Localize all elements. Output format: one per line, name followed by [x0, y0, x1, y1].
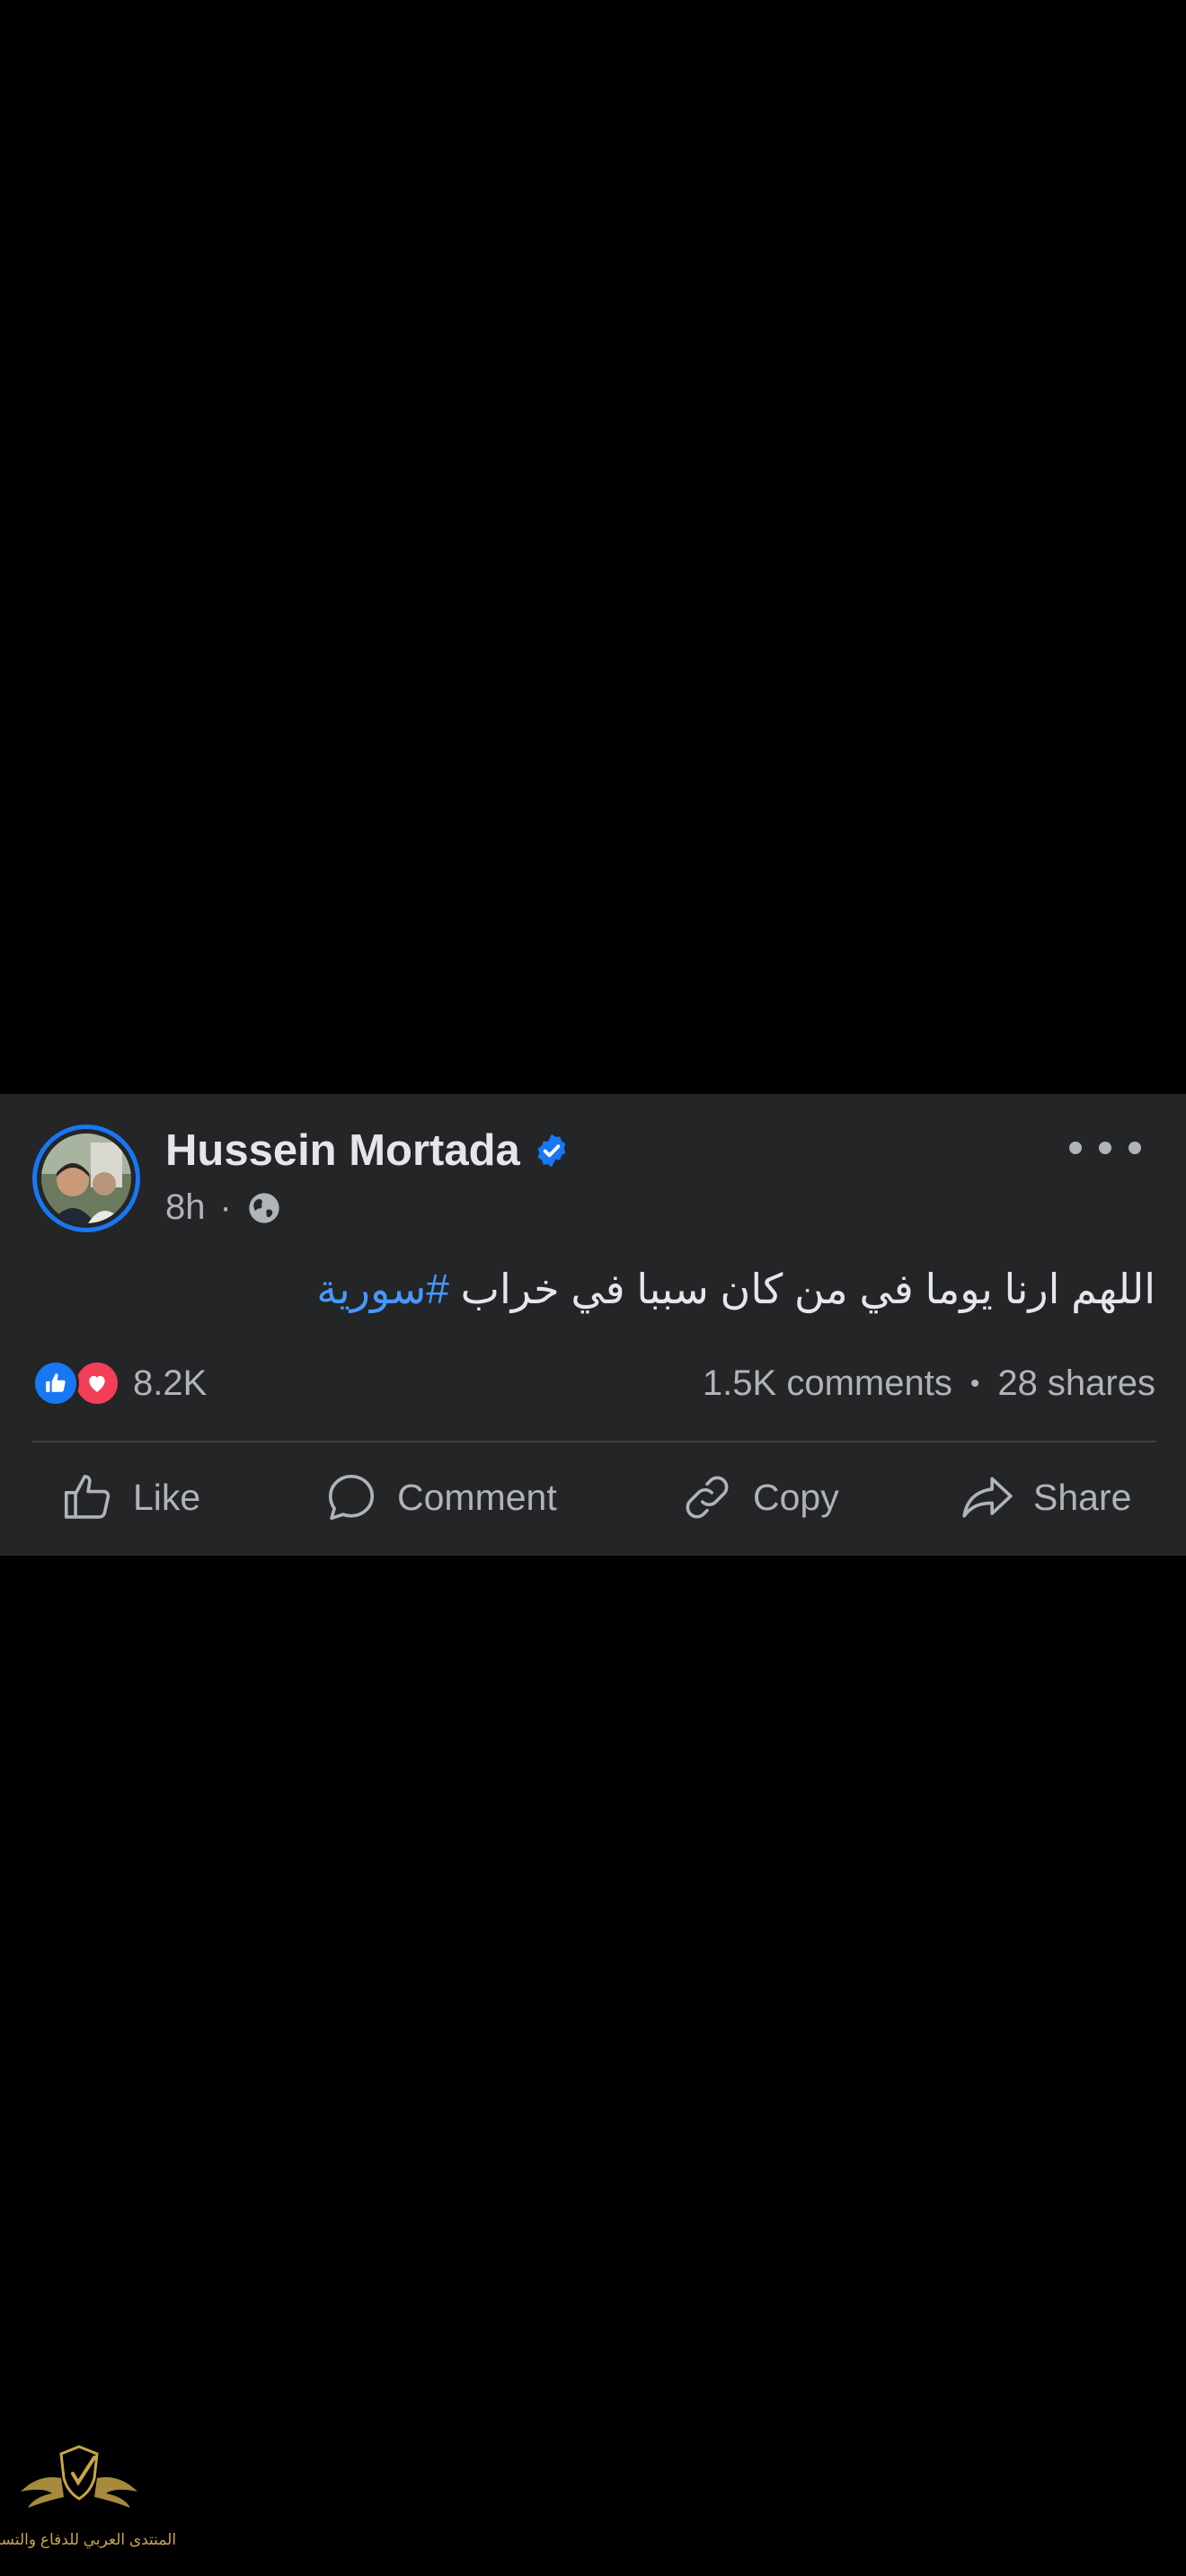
author-name-row: Hussein Mortada	[165, 1125, 571, 1178]
watermark-text: المنتدى العربي للدفاع والتسليح	[0, 2531, 177, 2548]
more-options-icon	[1069, 1142, 1082, 1154]
post-time[interactable]: 8h	[165, 1187, 206, 1228]
more-options-button[interactable]	[1069, 1130, 1141, 1166]
engagement-stats: 1.5K comments • 28 shares	[703, 1363, 1155, 1404]
verified-badge-icon	[537, 1134, 566, 1168]
shares-count[interactable]: 28 shares	[997, 1363, 1155, 1404]
share-button[interactable]: Share	[960, 1466, 1131, 1529]
shield-wings-logo-icon	[21, 2445, 137, 2508]
globe-icon[interactable]	[246, 1190, 282, 1226]
reactions-count: 8.2K	[133, 1363, 208, 1403]
copy-label: Copy	[753, 1476, 839, 1518]
avatar	[41, 1134, 131, 1223]
post-meta: 8h ·	[165, 1187, 282, 1228]
comment-bubble-icon	[328, 1474, 375, 1521]
thumbs-up-icon	[64, 1474, 111, 1519]
like-button[interactable]: Like	[59, 1466, 200, 1529]
love-reaction-icon	[74, 1360, 120, 1407]
reactions-summary[interactable]: 8.2K	[32, 1360, 207, 1407]
link-icon	[686, 1476, 729, 1519]
stats-separator: •	[969, 1368, 980, 1398]
like-label: Like	[133, 1476, 201, 1518]
hashtag-link[interactable]: #سورية	[316, 1266, 449, 1312]
post-text: اللهم ارنا يوما في من كان سببا في خراب #…	[316, 1265, 1155, 1313]
post-card: Hussein Mortada 8h · اللهم ارنا يوما في …	[0, 1094, 1186, 1556]
share-label: Share	[1033, 1476, 1132, 1518]
meta-separator: ·	[219, 1187, 232, 1227]
share-arrow-icon	[962, 1477, 1013, 1518]
post-actions-bar: Like Comment Copy Share	[0, 1446, 1186, 1556]
comment-label: Comment	[397, 1476, 557, 1518]
watermark-logo: المنتدى العربي للدفاع والتسليح	[0, 2438, 176, 2563]
author-name[interactable]: Hussein Mortada	[165, 1125, 520, 1178]
author-avatar-story-ring[interactable]	[32, 1125, 140, 1232]
like-reaction-icon	[32, 1360, 79, 1407]
post-body: اللهم ارنا يوما في من كان سببا في خراب	[460, 1266, 1155, 1312]
divider	[32, 1441, 1155, 1442]
copy-link-button[interactable]: Copy	[679, 1466, 839, 1529]
comment-button[interactable]: Comment	[323, 1466, 557, 1529]
comments-count[interactable]: 1.5K comments	[703, 1363, 952, 1404]
